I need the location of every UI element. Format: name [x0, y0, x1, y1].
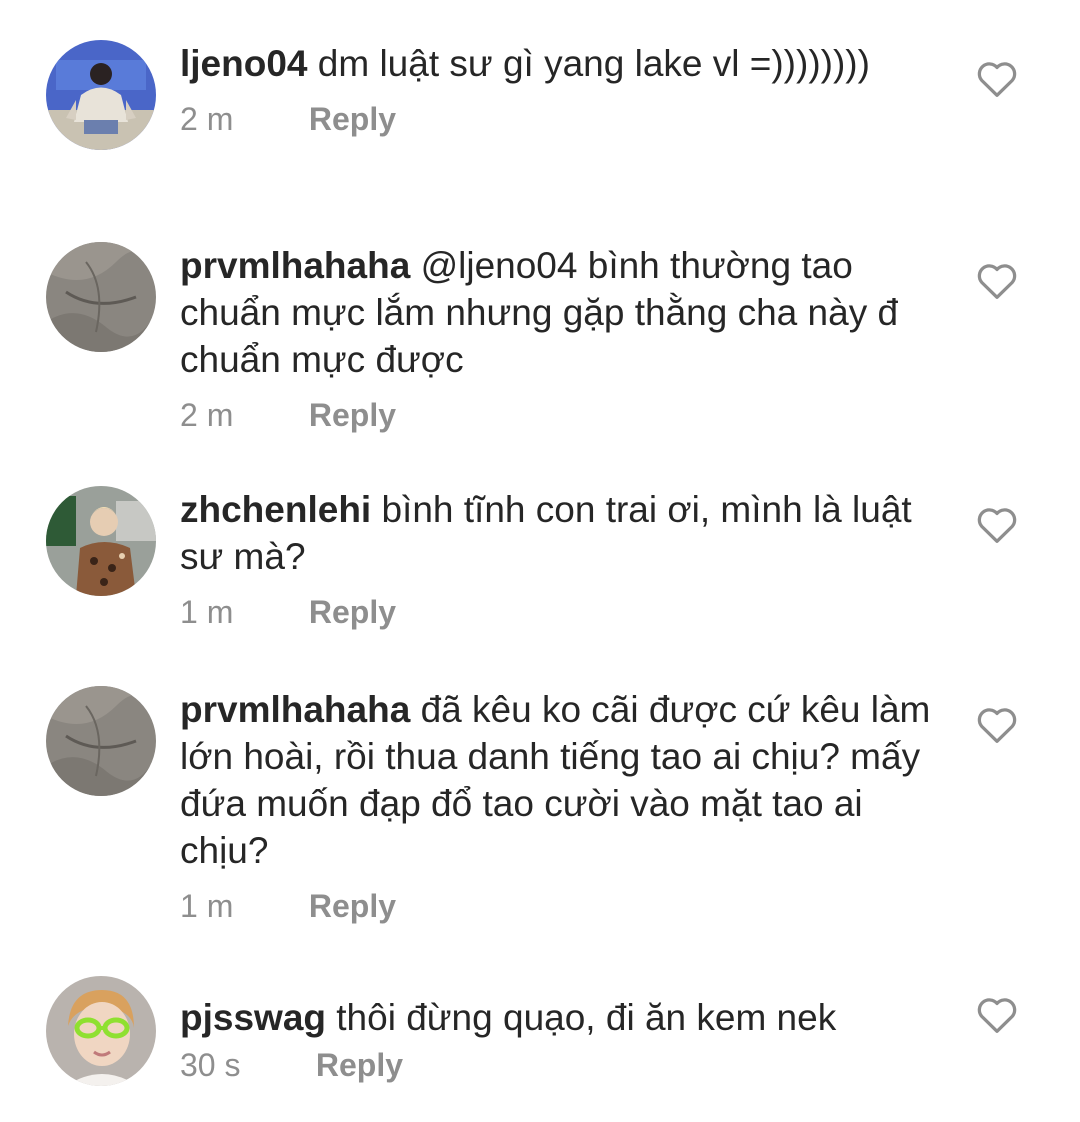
like-button[interactable]: [975, 260, 1019, 300]
heart-outline-icon: [977, 508, 1017, 543]
comment-body: prvmlhahaha @ljeno04 bình thường tao chu…: [180, 242, 940, 435]
comment-meta: 1 m Reply: [180, 592, 940, 632]
comment-meta: 2 m Reply: [180, 395, 940, 435]
comment-list: ljeno04 dm luật sư gì yang lake vl =))))…: [0, 0, 1080, 1122]
reply-button[interactable]: Reply: [309, 888, 396, 924]
avatar[interactable]: [46, 40, 156, 150]
comment-body: zhchenlehi bình tĩnh con trai ơi, mình l…: [180, 486, 940, 632]
comment-username[interactable]: prvmlhahaha: [180, 245, 410, 286]
comment-username[interactable]: pjsswag: [180, 997, 326, 1038]
comment-body: pjsswag thôi đừng quạo, đi ăn kem nek 30…: [180, 994, 940, 1085]
avatar-photo-gray-texture: [46, 242, 156, 352]
comment-text: pjsswag thôi đừng quạo, đi ăn kem nek: [180, 994, 940, 1041]
like-button[interactable]: [975, 994, 1019, 1034]
avatar-photo-person-green-glasses: [46, 976, 156, 1086]
comment-text: ljeno04 dm luật sư gì yang lake vl =))))…: [180, 40, 940, 87]
reply-button[interactable]: Reply: [309, 397, 396, 433]
comment-meta: 1 m Reply: [180, 886, 940, 926]
reply-button[interactable]: Reply: [316, 1047, 403, 1083]
like-button[interactable]: [975, 504, 1019, 544]
comment-body: prvmlhahaha đã kêu ko cãi được cứ kêu là…: [180, 686, 940, 926]
heart-outline-icon: [977, 264, 1017, 299]
comment-time: 2 m: [180, 397, 234, 433]
heart-outline-icon: [977, 62, 1017, 97]
avatar-photo-person-crouching: [46, 40, 156, 150]
comment-time: 2 m: [180, 101, 234, 137]
comment-username[interactable]: prvmlhahaha: [180, 689, 410, 730]
comment-username[interactable]: ljeno04: [180, 43, 308, 84]
comment-text: prvmlhahaha @ljeno04 bình thường tao chu…: [180, 242, 940, 383]
comment-body: ljeno04 dm luật sư gì yang lake vl =))))…: [180, 40, 940, 139]
avatar-photo-gray-texture: [46, 686, 156, 796]
reply-button[interactable]: Reply: [309, 101, 396, 137]
like-button[interactable]: [975, 58, 1019, 98]
avatar-photo-person-patterned-shirt: [46, 486, 156, 596]
avatar[interactable]: [46, 686, 156, 796]
comment-username[interactable]: zhchenlehi: [180, 489, 371, 530]
comment-time: 1 m: [180, 594, 234, 630]
heart-outline-icon: [977, 708, 1017, 743]
comment-message: dm luật sư gì yang lake vl =)))))))): [307, 43, 870, 84]
comment-time: 30 s: [180, 1047, 241, 1083]
comment-message: thôi đừng quạo, đi ăn kem nek: [326, 997, 837, 1038]
reply-button[interactable]: Reply: [309, 594, 396, 630]
comment-text: zhchenlehi bình tĩnh con trai ơi, mình l…: [180, 486, 940, 580]
comment-meta: 30 s Reply: [180, 1045, 940, 1085]
comment-meta: 2 m Reply: [180, 99, 940, 139]
avatar[interactable]: [46, 242, 156, 352]
heart-outline-icon: [977, 998, 1017, 1033]
comment-time: 1 m: [180, 888, 234, 924]
avatar[interactable]: [46, 486, 156, 596]
like-button[interactable]: [975, 704, 1019, 744]
comment-text: prvmlhahaha đã kêu ko cãi được cứ kêu là…: [180, 686, 940, 874]
avatar[interactable]: [46, 976, 156, 1086]
